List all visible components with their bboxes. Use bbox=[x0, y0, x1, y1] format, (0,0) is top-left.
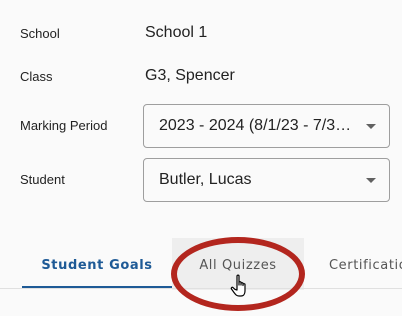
class-value: G3, Spencer bbox=[145, 67, 235, 84]
tab-certificates[interactable]: Certificatio bbox=[304, 238, 402, 290]
tab-student-goals[interactable]: Student Goals bbox=[22, 238, 172, 290]
school-value: School 1 bbox=[145, 24, 208, 41]
caret-down-icon bbox=[366, 178, 376, 183]
marking-period-value: 2023 - 2024 (8/1/23 - 7/3… bbox=[159, 117, 352, 134]
marking-period-label: Marking Period bbox=[20, 118, 108, 133]
marking-period-select[interactable]: 2023 - 2024 (8/1/23 - 7/3… bbox=[143, 104, 390, 148]
caret-down-icon bbox=[366, 124, 376, 129]
student-value: Butler, Lucas bbox=[159, 171, 252, 188]
student-select[interactable]: Butler, Lucas bbox=[143, 158, 390, 202]
class-label: Class bbox=[20, 69, 53, 84]
school-label: School bbox=[20, 26, 60, 41]
hand-pointer-icon bbox=[230, 274, 246, 297]
student-label: Student bbox=[20, 172, 65, 187]
